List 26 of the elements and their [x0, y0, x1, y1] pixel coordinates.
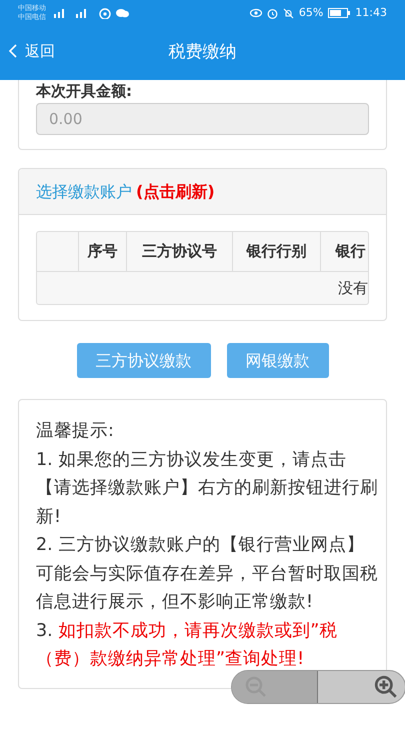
refresh-link[interactable]: (点击刷新): [136, 180, 215, 204]
column-header: 银行: [321, 232, 368, 271]
eye-icon: [250, 8, 262, 18]
tip-text: 1. 如果您的三方协议发生变更，请点击【请选择缴款账户】右方的刷新按钮进行刷新!: [36, 448, 378, 528]
account-title: 选择缴款账户: [36, 180, 132, 202]
tip-text: 2. 三方协议缴款账户的【银行营业网点】可能会与实际值存在差异，平台暂时取国税信息进行展示，但不影响正常缴款!: [36, 534, 378, 614]
zoom-in-icon: [373, 674, 399, 700]
bell-off-icon: [282, 8, 294, 18]
page-title: 税费缴纳: [168, 41, 236, 64]
tip-text: 3. 如扣款不成功，请再次缴款或到”税（费）款缴纳异常处理”查询处理!: [36, 620, 338, 671]
clock-time: 11:43: [355, 4, 387, 21]
battery-icon: [328, 8, 350, 18]
tips-title: 温馨提示:: [36, 420, 115, 443]
column-header: 三方协议号: [127, 232, 233, 271]
empty-message: 没有: [338, 278, 368, 299]
column-header: 银行行别: [233, 232, 321, 271]
back-icon: [8, 44, 17, 58]
pay-button[interactable]: 三方协议缴款: [76, 343, 210, 378]
column-header: 序号: [79, 232, 127, 271]
chat-icon: [116, 8, 129, 18]
amount-label: 本次开具金额:: [36, 82, 133, 100]
pay-button[interactable]: 网银缴款: [226, 343, 328, 378]
back-button[interactable]: 返回: [8, 40, 55, 62]
alarm-icon: [266, 8, 278, 18]
hotspot-icon: [98, 7, 112, 19]
battery-percent: 65%: [298, 4, 324, 21]
